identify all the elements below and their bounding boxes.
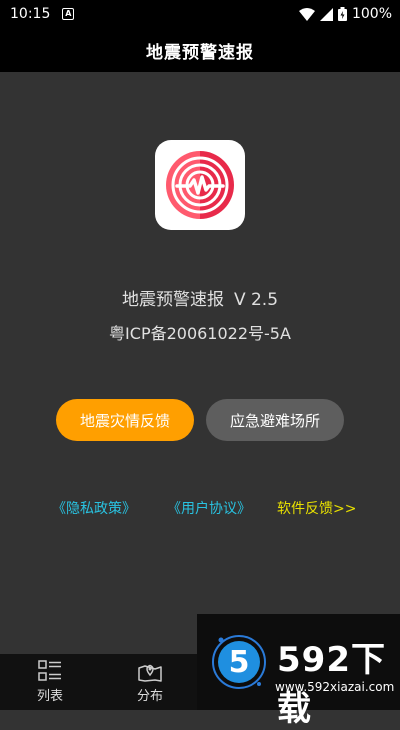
map-icon	[138, 664, 162, 682]
status-indicators: 100%	[298, 6, 392, 22]
page-title: 地震预警速报	[146, 42, 254, 63]
icp-number: 粤ICP备20061022号-5A	[109, 324, 291, 343]
watermark-logo-icon: 5	[212, 635, 266, 689]
signal-icon	[319, 7, 333, 21]
emergency-shelter-button[interactable]: 应急避难场所	[206, 399, 344, 441]
app-name-version: 地震预警速报 V 2.5	[0, 285, 400, 310]
app-header: 地震预警速报	[0, 28, 400, 72]
app-logo	[155, 140, 245, 230]
status-bar: 10:15 A 100%	[0, 0, 400, 28]
watermark-overlay: 5 592下载 www.592xiazai.com	[197, 614, 400, 729]
nav-item-list[interactable]: 列表	[0, 654, 100, 710]
app-version: V 2.5	[233, 290, 279, 310]
nav-item-distribution[interactable]: 分布	[100, 654, 200, 710]
watermark-url: www.592xiazai.com	[275, 680, 395, 694]
software-feedback-link[interactable]: 软件反馈>>	[277, 498, 356, 518]
battery-percent: 100%	[351, 6, 392, 22]
notification-a-icon: A	[62, 8, 75, 20]
privacy-policy-link[interactable]: 《隐私政策》	[52, 498, 136, 518]
user-agreement-link[interactable]: 《用户协议》	[167, 498, 251, 518]
nav-label-list: 列表	[36, 689, 63, 704]
earthquake-feedback-button[interactable]: 地震灾情反馈	[56, 399, 194, 441]
list-icon	[38, 660, 61, 681]
wifi-icon	[298, 7, 315, 21]
nav-label-distribution: 分布	[136, 689, 163, 704]
app-name: 地震预警速报	[121, 290, 224, 310]
status-time: 10:15	[10, 6, 51, 22]
watermark-logo-digit: 5	[229, 645, 250, 680]
earthquake-pulse-icon	[166, 151, 234, 219]
battery-icon	[337, 7, 347, 21]
